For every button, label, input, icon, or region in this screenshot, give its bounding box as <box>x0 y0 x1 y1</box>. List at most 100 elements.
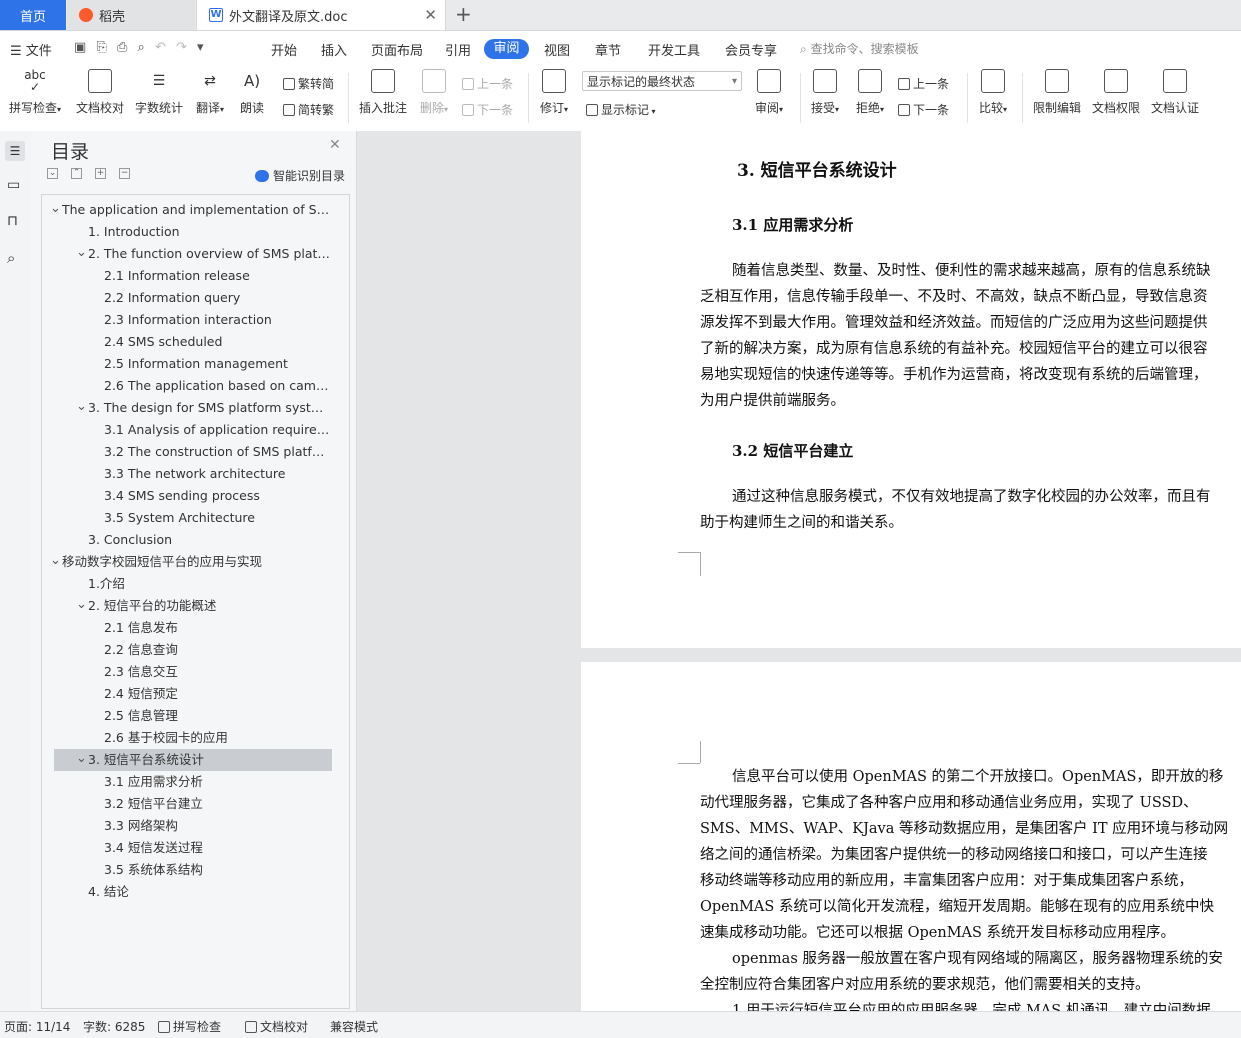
doc-proofread-button[interactable]: 文档校对 <box>74 69 126 116</box>
accept-button[interactable]: 接受▾ <box>807 69 843 116</box>
toc-item[interactable]: 2.3 Information interaction <box>104 309 272 331</box>
bookmark-icon[interactable]: ⊓ <box>7 213 23 229</box>
chevron-down-icon[interactable]: ⌄ <box>50 553 61 568</box>
toc-item[interactable]: 2.4 SMS scheduled <box>104 331 222 353</box>
chevron-down-icon[interactable]: ⌄ <box>76 245 87 260</box>
restrict-edit-button[interactable]: 限制编辑 <box>1030 69 1084 116</box>
toc-item[interactable]: 2. 短信平台的功能概述 <box>88 595 216 617</box>
menu-references[interactable]: 引用 <box>445 40 471 59</box>
menu-insert[interactable]: 插入 <box>321 40 347 59</box>
expand-level-icon[interactable]: ⌃ <box>71 168 82 179</box>
outline-icon[interactable]: ☰ <box>5 141 25 161</box>
word-count-button[interactable]: ☰ 字数统计 <box>133 69 185 116</box>
toc-item[interactable]: 3.4 短信发送过程 <box>104 837 203 859</box>
word-count-status[interactable]: 字数: 6285 <box>83 1018 145 1035</box>
menu-developer[interactable]: 开发工具 <box>648 40 700 59</box>
chevron-down-icon[interactable]: ⌄ <box>76 597 87 612</box>
search-panel-icon[interactable]: ⌕ <box>7 249 23 267</box>
smart-toc-button[interactable]: 智能识别目录 <box>255 167 345 184</box>
toc-item[interactable]: 3. 短信平台系统设计 <box>88 749 204 771</box>
toc-item[interactable]: 2.6 基于校园卡的应用 <box>104 727 228 749</box>
toc-item[interactable]: 3.2 短信平台建立 <box>104 793 203 815</box>
collapse-all-icon[interactable]: ⌄ <box>47 168 58 179</box>
toc-item[interactable]: 3. The design for SMS platform system <box>88 397 330 419</box>
translate-button[interactable]: ⇄ 翻译▾ <box>192 69 228 116</box>
toc-item[interactable]: 4. 结论 <box>88 881 129 903</box>
close-tab-icon[interactable]: ✕ <box>424 6 437 24</box>
show-markup-button[interactable]: 显示标记 ▾ <box>586 101 656 118</box>
next-change-button[interactable]: 下一条 <box>898 101 949 118</box>
menu-page-layout[interactable]: 页面布局 <box>371 40 423 59</box>
toc-item[interactable]: 2.5 Information management <box>104 353 288 375</box>
add-heading-icon[interactable]: + <box>95 168 106 179</box>
toc-item[interactable]: 2.2 信息查询 <box>104 639 178 661</box>
customize-dropdown-icon[interactable]: ▾ <box>197 40 204 55</box>
menu-member[interactable]: 会员专享 <box>725 40 777 59</box>
tab-document[interactable]: W 外文翻译及原文.doc ✕ <box>196 0 446 30</box>
toc-item[interactable]: 3.5 系统体系结构 <box>104 859 203 881</box>
chevron-down-icon[interactable]: ⌄ <box>76 399 87 414</box>
spell-check-button[interactable]: abc ✓ 拼写检查▾ <box>6 69 64 116</box>
review-pane-label: 审阅 <box>754 101 779 115</box>
prev-change-button[interactable]: 上一条 <box>898 75 949 92</box>
trad-to-simp-button[interactable]: 繁转简 <box>283 75 334 92</box>
toc-item[interactable]: 2.6 The application based on campus ... <box>104 375 330 397</box>
read-aloud-button[interactable]: A) 朗读 <box>236 69 268 116</box>
remove-heading-icon[interactable]: − <box>119 168 130 179</box>
menu-view[interactable]: 视图 <box>544 40 570 59</box>
review-pane-button[interactable]: 审阅▾ <box>751 69 787 116</box>
toc-item[interactable]: 1. Introduction <box>88 221 180 243</box>
toc-item[interactable]: 2.1 信息发布 <box>104 617 178 639</box>
toc-item[interactable]: 3.5 System Architecture <box>104 507 255 529</box>
toc-item[interactable]: 2. The function overview of SMS platfor.… <box>88 243 330 265</box>
spell-check-status[interactable]: 拼写检查 <box>158 1018 221 1035</box>
print-icon[interactable]: ⎙ <box>117 40 127 55</box>
toc-item[interactable]: 2.2 Information query <box>104 287 240 309</box>
command-search[interactable]: ⌕ 查找命令、搜索模板 <box>800 40 919 57</box>
delete-comment-button[interactable]: 删除▾ <box>416 69 452 116</box>
toc-item[interactable]: 3.3 网络架构 <box>104 815 178 837</box>
compare-button[interactable]: 比较▾ <box>975 69 1011 116</box>
toc-item[interactable]: The application and implementation of SM… <box>62 199 330 221</box>
doc-permission-button[interactable]: 文档权限 <box>1089 69 1143 116</box>
toc-item[interactable]: 3.3 The network architecture <box>104 463 285 485</box>
toc-item[interactable]: 2.3 信息交互 <box>104 661 178 683</box>
close-icon[interactable]: ✕ <box>329 137 341 153</box>
chevron-down-icon[interactable]: ⌄ <box>76 751 87 766</box>
toc-item[interactable]: 3.1 Analysis of application requiremen..… <box>104 419 330 441</box>
reject-button[interactable]: 拒绝▾ <box>852 69 888 116</box>
navigation-icon[interactable]: ▭ <box>7 177 23 193</box>
toc-item[interactable]: 2.4 短信预定 <box>104 683 178 705</box>
track-changes-button[interactable]: 修订▾ <box>536 69 572 116</box>
menu-review[interactable]: 审阅 <box>484 39 529 59</box>
redo-icon[interactable]: ↷ <box>176 40 187 55</box>
format-painter-icon[interactable]: ⎘ <box>96 40 106 55</box>
save-icon[interactable]: ▣ <box>74 40 86 55</box>
tab-home[interactable]: 首页 <box>0 0 66 30</box>
reject-label: 拒绝 <box>855 101 880 115</box>
toc-item[interactable]: 3.2 The construction of SMS platform <box>104 441 330 463</box>
markup-state-select[interactable]: 显示标记的最终状态 <box>582 71 742 92</box>
insert-comment-button[interactable]: 插入批注 <box>356 69 410 116</box>
toc-item[interactable]: 1.介绍 <box>88 573 125 595</box>
toc-item[interactable]: 2.5 信息管理 <box>104 705 178 727</box>
next-comment-button[interactable]: 下一条 <box>462 101 513 118</box>
doc-cert-button[interactable]: 文档认证 <box>1148 69 1202 116</box>
menu-section[interactable]: 章节 <box>595 40 621 59</box>
tab-daoke[interactable]: 稻壳 <box>67 0 195 30</box>
new-tab-icon[interactable]: + <box>455 2 472 26</box>
toc-item[interactable]: 3.1 应用需求分析 <box>104 771 203 793</box>
toc-item[interactable]: 2.1 Information release <box>104 265 250 287</box>
page-indicator[interactable]: 页面: 11/14 <box>4 1018 70 1035</box>
toc-item[interactable]: 3. Conclusion <box>88 529 172 551</box>
file-menu[interactable]: ☰ 文件 <box>10 40 52 59</box>
menu-start[interactable]: 开始 <box>271 40 297 59</box>
toc-item[interactable]: 3.4 SMS sending process <box>104 485 260 507</box>
prev-comment-button[interactable]: 上一条 <box>462 75 513 92</box>
simp-to-trad-button[interactable]: 简转繁 <box>283 101 334 118</box>
print-preview-icon[interactable]: ⌕ <box>138 40 145 55</box>
toc-item[interactable]: 移动数字校园短信平台的应用与实现 <box>62 551 262 573</box>
undo-icon[interactable]: ↶ <box>155 40 166 55</box>
chevron-down-icon[interactable]: ⌄ <box>50 201 61 216</box>
proofread-status[interactable]: 文档校对 <box>245 1018 308 1035</box>
